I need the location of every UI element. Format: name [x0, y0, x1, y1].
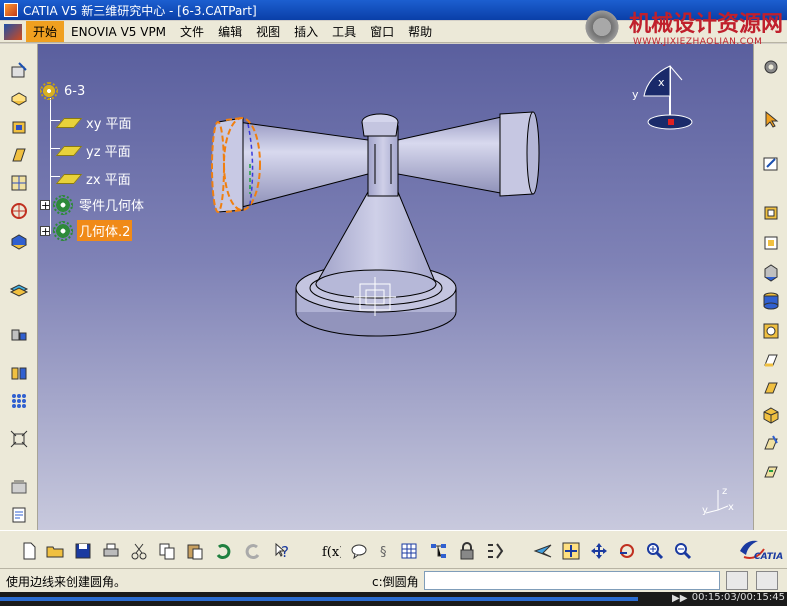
select-arrow-icon[interactable]: [760, 108, 782, 130]
zoom-in-icon[interactable]: [644, 540, 666, 562]
title-bar: CATIA V5 新三维研究中心 - [6-3.CATPart]: [0, 0, 787, 20]
status-bar: 使用边线来创建圆角。 c:倒圆角: [0, 568, 787, 592]
app-icon: [4, 3, 18, 17]
menu-edit[interactable]: 编辑: [211, 21, 249, 42]
scale-icon[interactable]: [8, 428, 30, 450]
point-icon[interactable]: [760, 202, 782, 224]
power-input-button[interactable]: [756, 571, 778, 590]
rotate-icon[interactable]: [616, 540, 638, 562]
menu-file[interactable]: 文件: [173, 21, 211, 42]
tree-structure-icon[interactable]: [428, 540, 450, 562]
cylinder-icon[interactable]: [760, 290, 782, 312]
svg-text:?: ?: [281, 543, 289, 561]
new-file-icon[interactable]: [18, 540, 40, 562]
menu-bar: 开始 ENOVIA V5 VPM 文件 编辑 视图 插入 工具 窗口 帮助: [0, 21, 787, 43]
status-message: 使用边线来创建圆角。: [6, 575, 127, 589]
axis-y-label: y: [702, 505, 708, 516]
menu-tools[interactable]: 工具: [325, 21, 363, 42]
save-icon[interactable]: [72, 540, 94, 562]
timeline-time: 00:15:03/00:15:45: [691, 592, 785, 603]
sketcher-icon[interactable]: [760, 152, 782, 174]
3d-viewport[interactable]: 6-3 xy 平面 yz 平面 zx 平面 + 零件几何体 + 几何体.2 x …: [38, 44, 753, 530]
video-timeline[interactable]: ▶▶ 00:15:03/00:15:45: [0, 592, 787, 606]
sketch-icon[interactable]: [8, 60, 30, 82]
solid-icon[interactable]: [760, 404, 782, 426]
stop-command-button[interactable]: [726, 571, 748, 590]
menu-insert[interactable]: 插入: [287, 21, 325, 42]
parameter-icon[interactable]: §: [374, 540, 396, 562]
revolve-icon[interactable]: [760, 376, 782, 398]
pan-icon[interactable]: [588, 540, 610, 562]
catia-logo-text: CATIA: [754, 552, 784, 562]
help-icon[interactable]: ?: [272, 540, 294, 562]
open-file-icon[interactable]: [44, 540, 66, 562]
pad-icon[interactable]: [8, 88, 30, 110]
catia-window: { "window": { "title": "CATIA V5 新三维研究中心…: [0, 0, 787, 606]
cut-icon[interactable]: [128, 540, 150, 562]
pocket-icon[interactable]: [8, 116, 30, 138]
compass-y-label: y: [632, 88, 639, 101]
menu-window[interactable]: 窗口: [363, 21, 401, 42]
menu-view[interactable]: 视图: [249, 21, 287, 42]
axis-triad-icon: z y x: [702, 486, 734, 516]
hole-icon[interactable]: [8, 200, 30, 222]
measure-icon[interactable]: [484, 540, 506, 562]
axis-z-label: z: [722, 486, 727, 497]
menu-help[interactable]: 帮助: [401, 21, 439, 42]
pattern-icon[interactable]: [8, 390, 30, 412]
axis-x-label: x: [728, 502, 734, 513]
zoom-out-icon[interactable]: [672, 540, 694, 562]
right-toolbar: [753, 44, 787, 530]
timeline-progress: [0, 597, 638, 601]
undo-icon[interactable]: [212, 540, 234, 562]
lock-icon[interactable]: [456, 540, 478, 562]
menu-start[interactable]: 开始: [26, 21, 65, 42]
left-toolbar: [0, 44, 38, 530]
fly-mode-icon[interactable]: [532, 540, 554, 562]
catia-logo: CATIA: [738, 537, 784, 565]
plane-tool-icon[interactable]: [760, 262, 782, 284]
formula-icon[interactable]: f(x): [320, 540, 342, 562]
menu-enovia[interactable]: ENOVIA V5 VPM: [64, 23, 173, 41]
comment-icon[interactable]: [348, 540, 370, 562]
fillet-icon[interactable]: [760, 432, 782, 454]
compass-icon[interactable]: x y: [630, 58, 710, 138]
boolean-icon[interactable]: [8, 278, 30, 300]
command-label: c:倒圆角: [372, 575, 419, 589]
redo-icon[interactable]: [242, 540, 264, 562]
command-input[interactable]: [424, 571, 720, 590]
table-icon[interactable]: [398, 540, 420, 562]
gear-icon[interactable]: [760, 56, 782, 78]
copy-icon[interactable]: [156, 540, 178, 562]
constraint-icon[interactable]: [8, 476, 30, 498]
draft-icon[interactable]: [760, 460, 782, 482]
thread-icon[interactable]: [8, 324, 30, 346]
bottom-toolbar: ? f(x) § CATIA: [0, 530, 787, 568]
paste-icon[interactable]: [184, 540, 206, 562]
fit-all-icon[interactable]: [560, 540, 582, 562]
annotation-icon[interactable]: [8, 504, 30, 526]
print-icon[interactable]: [100, 540, 122, 562]
rib-icon[interactable]: [8, 230, 30, 252]
window-title: CATIA V5 新三维研究中心 - [6-3.CATPart]: [23, 3, 257, 18]
play-icon[interactable]: ▶▶: [672, 593, 687, 604]
mirror-icon[interactable]: [8, 362, 30, 384]
svg-text:f(x): f(x): [322, 545, 341, 560]
catia-menu-icon[interactable]: [4, 23, 22, 40]
groove-icon[interactable]: [8, 172, 30, 194]
compass-x-label: x: [658, 76, 665, 89]
svg-text:§: §: [380, 545, 387, 560]
sphere-icon[interactable]: [760, 320, 782, 342]
shaft-icon[interactable]: [8, 144, 30, 166]
line-icon[interactable]: [760, 232, 782, 254]
extrude-icon[interactable]: [760, 348, 782, 370]
